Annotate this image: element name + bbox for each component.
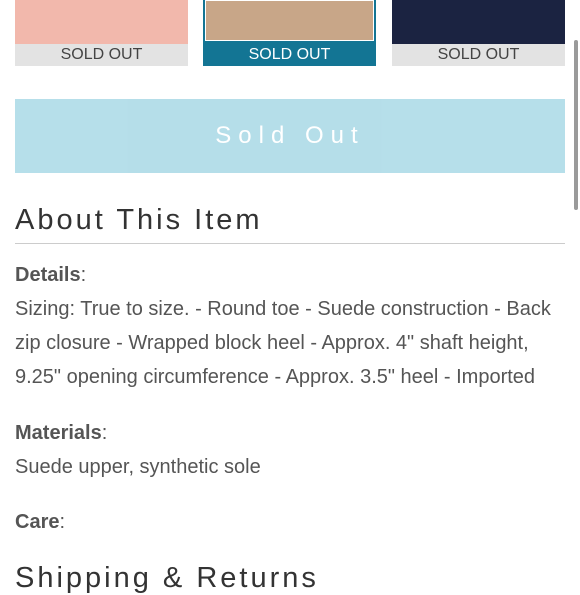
details-text: Sizing: True to size. - Round toe - Sued… xyxy=(15,298,551,388)
materials-text: Suede upper, synthetic sole xyxy=(15,456,261,478)
section-divider xyxy=(15,243,565,244)
materials-colon: : xyxy=(101,422,108,444)
care-label: Care xyxy=(15,511,60,533)
materials-heading-row: Materials: xyxy=(15,416,563,450)
color-swatch-pink[interactable]: SOLD OUT xyxy=(15,0,188,66)
care-section: Care: xyxy=(15,505,563,539)
color-swatch-navy[interactable]: SOLD OUT xyxy=(392,0,565,66)
swatch-sold-out-label: SOLD OUT xyxy=(392,44,565,66)
care-heading-row: Care: xyxy=(15,505,563,539)
swatch-color-tan xyxy=(205,0,374,41)
color-swatches: SOLD OUT SOLD OUT SOLD OUT xyxy=(15,0,565,68)
swatch-color-navy xyxy=(392,0,565,44)
details-heading-row: Details: xyxy=(15,258,563,292)
materials-section: Materials: Suede upper, synthetic sole xyxy=(15,416,563,484)
details-colon: : xyxy=(80,264,87,286)
care-colon: : xyxy=(59,511,66,533)
about-this-item-heading: About This Item xyxy=(15,204,263,236)
details-section: Details: Sizing: True to size. - Round t… xyxy=(15,258,563,394)
materials-label: Materials xyxy=(15,422,102,444)
sold-out-button[interactable]: Sold Out xyxy=(15,99,565,173)
details-label: Details xyxy=(15,264,81,286)
swatch-sold-out-label: SOLD OUT xyxy=(203,44,376,66)
swatch-color-pink xyxy=(15,0,188,44)
shipping-returns-heading[interactable]: Shipping & Returns xyxy=(15,562,319,595)
scrollbar[interactable] xyxy=(574,40,578,210)
swatch-sold-out-label: SOLD OUT xyxy=(15,44,188,66)
color-swatch-tan-selected[interactable]: SOLD OUT xyxy=(203,0,376,66)
